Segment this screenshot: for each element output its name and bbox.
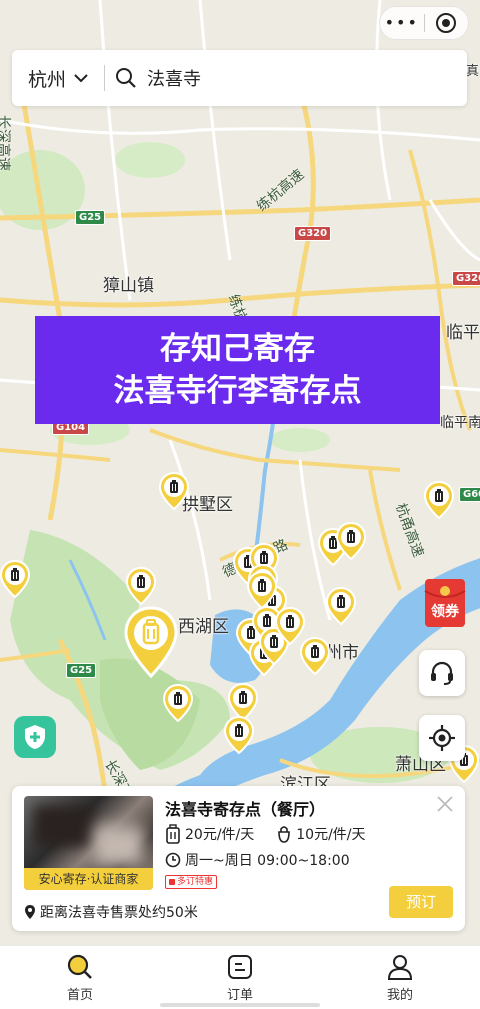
store-card[interactable]: 安心寄存·认证商家 法喜寺寄存点（餐厅） 20元/件/天 10元/件/天 周一~… [12,786,465,931]
storage-point-pin[interactable] [163,684,193,722]
locate-icon [429,725,455,751]
price-large: 20元/件/天 [185,827,255,843]
customer-service-button[interactable] [419,650,465,696]
clock-icon [165,852,181,868]
search-icon [116,68,136,88]
location-pin-icon [25,905,35,919]
storage-point-pin[interactable] [300,637,330,675]
storage-point-pin[interactable] [224,716,254,754]
highway-shield: G25 [75,210,106,225]
promo-banner: 存知己寄存 法喜寺行李寄存点 [35,316,440,424]
price-row: 20元/件/天 10元/件/天 [165,824,366,844]
coupon-button[interactable]: 领券 [421,577,469,629]
chevron-down-icon [74,74,88,83]
opening-hours: 周一~周日 09:00~18:00 [185,853,350,869]
highway-shield: G60 [459,487,480,502]
book-button[interactable]: 预订 [389,886,453,918]
price-small: 10元/件/天 [296,827,366,843]
storage-point-pin[interactable] [126,567,156,605]
coupon-label: 领券 [431,604,459,620]
tab-label: 我的 [386,988,413,1003]
tab-label: 首页 [66,988,93,1003]
storage-point-pin[interactable] [247,571,277,609]
search-input[interactable]: 法喜寺 [105,65,201,91]
mini-program-capsule: ••• [379,6,469,40]
search-bar: 杭州 法喜寺 [12,50,467,106]
storage-point-pin[interactable] [424,481,454,519]
storage-point-pin[interactable] [336,522,366,560]
headset-icon [431,661,453,685]
edge-text: 真 [466,64,480,79]
place-label: 临平 [446,323,480,343]
close-icon[interactable] [435,794,455,814]
distance-text: 距离法喜寺售票处约50米 [40,905,198,921]
distance-row: 距离法喜寺售票处约50米 [24,902,198,922]
storage-point-pin[interactable] [326,587,356,625]
target-circle-icon[interactable] [424,12,468,34]
road-label: 长深高速 [0,115,11,171]
place-label: 西湖区 [178,617,229,637]
tab-profile[interactable]: 我的 [320,946,480,1009]
highway-shield: G320 [452,271,480,286]
safety-guarantee-button[interactable] [14,716,56,758]
tab-orders[interactable]: 订单 [160,946,320,1009]
storage-point-pin[interactable] [0,560,30,598]
home-indicator [160,1003,320,1007]
profile-icon [387,955,413,980]
place-label: 州市 [325,643,359,663]
tab-bar: 首页 订单 我的 [0,945,480,1009]
shield-plus-icon [25,725,45,749]
hours-row: 周一~周日 09:00~18:00 [165,850,350,870]
store-title: 法喜寺寄存点（餐厅） [165,800,326,819]
city-selector[interactable]: 杭州 [12,65,104,92]
certified-badge: 安心寄存·认证商家 [24,868,153,890]
ellipsis-icon[interactable]: ••• [380,6,424,40]
banner-line-2: 法喜寺行李寄存点 [113,373,362,409]
large-luggage-icon [166,824,180,844]
tab-home[interactable]: 首页 [0,946,160,1009]
city-name: 杭州 [28,68,67,91]
bag-icon [278,826,291,843]
search-home-icon [67,954,92,979]
storage-point-pin[interactable] [159,472,189,510]
selected-location-pin[interactable] [124,606,178,678]
place-label: 獐山镇 [103,276,154,296]
orders-icon [228,955,252,979]
store-photo: 安心寄存·认证商家 [24,796,153,890]
promo-tag: 多订特惠 [165,875,218,889]
highway-shield: G320 [294,226,332,241]
tab-label: 订单 [226,988,253,1003]
place-label: 临平南 [440,415,480,431]
banner-line-1: 存知己寄存 [160,331,315,367]
place-label: 拱墅区 [182,495,233,515]
search-query: 法喜寺 [147,69,201,90]
highway-shield: G25 [66,663,97,678]
locate-me-button[interactable] [419,715,465,761]
